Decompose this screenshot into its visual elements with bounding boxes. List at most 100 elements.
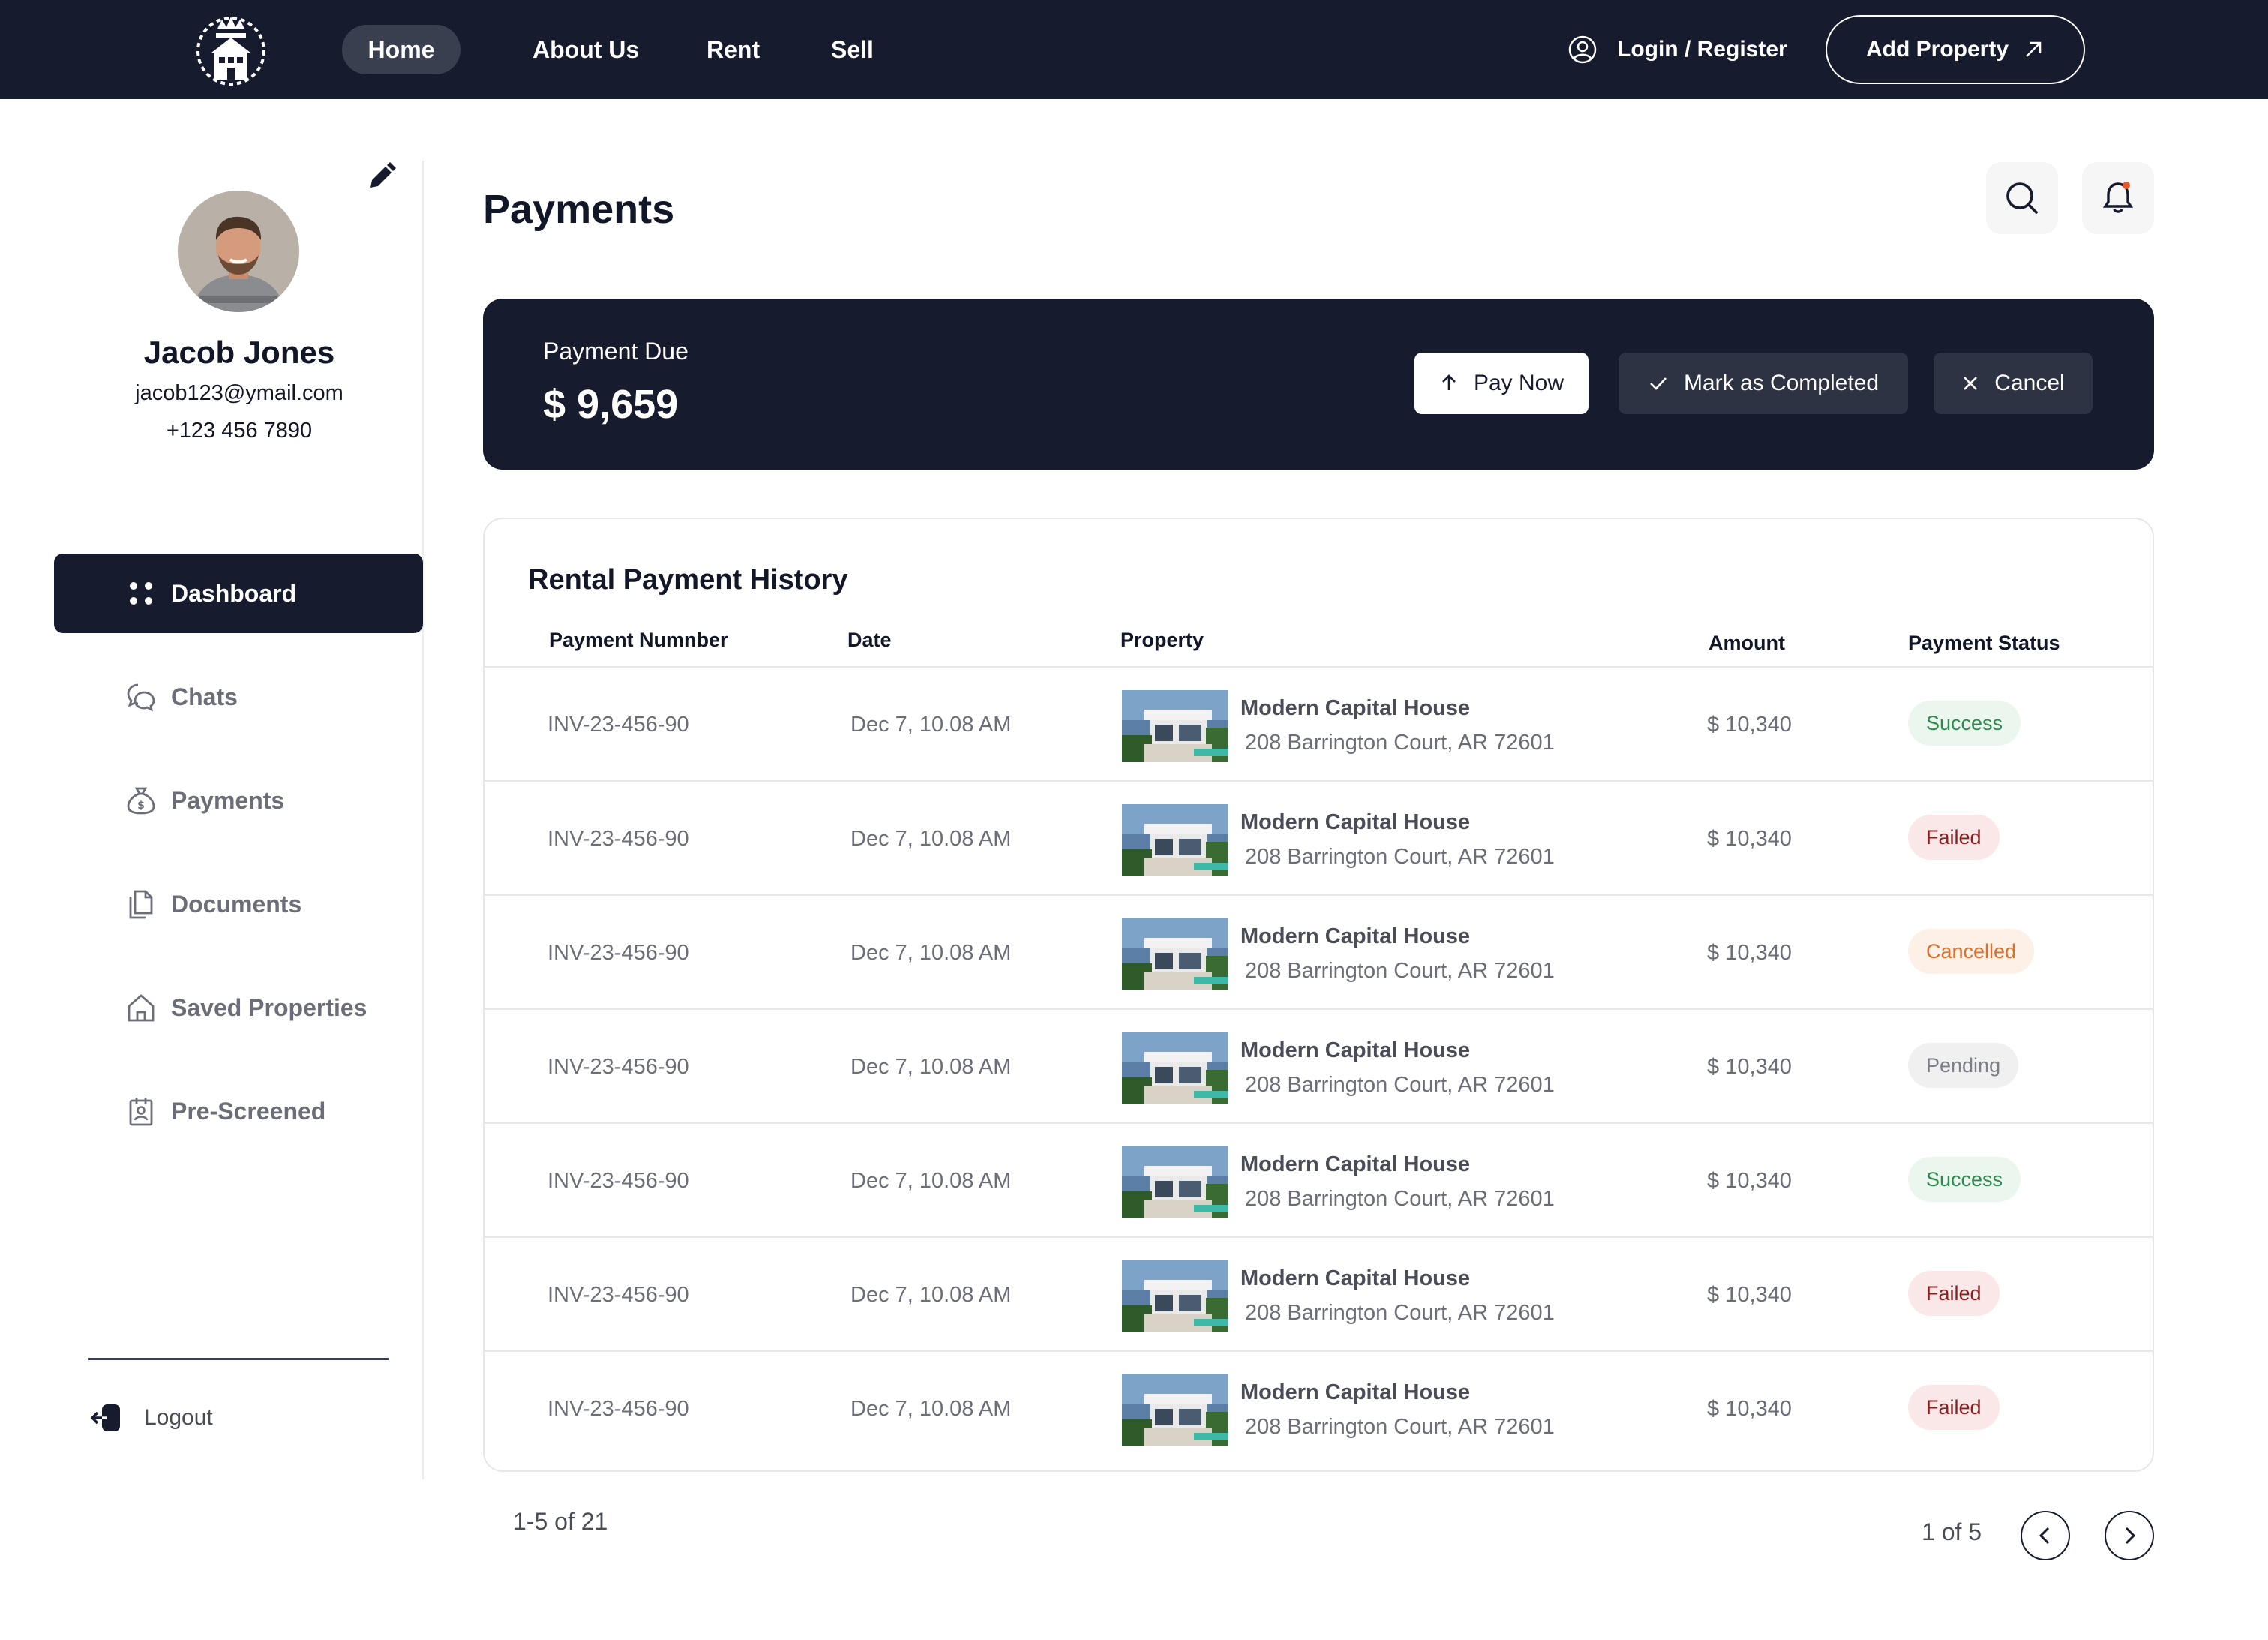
column-header-date: Date [848,629,892,651]
nav-about-us[interactable]: About Us [532,25,639,74]
pay-now-button[interactable]: Pay Now [1414,353,1588,414]
rental-payment-history-panel: Rental Payment History Payment Numnber D… [483,518,2154,1472]
column-header-payment-status: Payment Status [1908,632,2060,654]
property-name: Modern Capital House [1240,1380,1471,1404]
sidebar-item-documents[interactable]: Documents [54,864,423,944]
status-badge: Failed [1908,1385,2000,1430]
next-page-button[interactable] [2104,1511,2154,1560]
nav-rent[interactable]: Rent [706,25,760,74]
property-name: Modern Capital House [1240,1038,1471,1062]
table-row[interactable]: INV-23-456-90 Dec 7, 10.08 AM Modern Capit… [484,1008,2152,1122]
sidebar-item-dashboard[interactable]: Dashboard [54,554,423,633]
sidebar-item-saved-properties[interactable]: Saved Properties [54,968,423,1047]
payment-number: INV-23-456-90 [548,941,689,965]
grid-dots-icon [130,582,152,605]
cancel-button[interactable]: Cancel [1934,353,2092,414]
logout-button[interactable]: Logout [90,1397,213,1439]
payment-amount: $ 10,340 [1707,1169,1792,1193]
pagination-range: 1-5 of 21 [513,1508,608,1535]
user-circle-icon [1568,35,1597,64]
property-name: Modern Capital House [1240,810,1471,834]
column-header-payment-number: Payment Numnber [549,629,728,651]
status-badge: Cancelled [1908,929,2035,974]
login-register-link[interactable]: Login / Register [1568,30,1787,69]
payment-amount: $ 10,340 [1707,1055,1792,1079]
payment-number: INV-23-456-90 [548,1055,689,1079]
column-header-property: Property [1120,629,1204,651]
bell-icon [2102,182,2134,213]
property-thumbnail [1122,1374,1228,1446]
table-row[interactable]: INV-23-456-90 Dec 7, 10.08 AM Modern Capit… [484,1236,2152,1350]
payment-date: Dec 7, 10.08 AM [850,1169,1012,1193]
status-badge: Failed [1908,1271,2000,1316]
search-button[interactable] [1986,162,2058,234]
mark-as-completed-button[interactable]: Mark as Completed [1618,353,1908,414]
property-thumbnail [1122,804,1228,876]
chat-bubbles-icon [127,683,155,712]
table-row[interactable]: INV-23-456-90 Dec 7, 10.08 AM Modern Capit… [484,1122,2152,1236]
payment-number: INV-23-456-90 [548,1169,689,1193]
login-register-label: Login / Register [1617,37,1787,62]
check-icon [1650,377,1666,390]
avatar [178,191,299,312]
top-navbar: Home About Us Rent Sell Login / Register… [0,0,2268,99]
payment-date: Dec 7, 10.08 AM [850,941,1012,965]
sidebar-item-chats[interactable]: Chats [54,657,423,737]
crown-house-logo[interactable] [189,8,273,92]
payment-due-amount: $ 9,659 [543,382,679,427]
sidebar-item-payments[interactable]: $ Payments [54,761,423,840]
sidebar-item-label: Documents [171,890,302,918]
payment-due-label: Payment Due [543,338,688,365]
previous-page-button[interactable] [2020,1511,2070,1560]
add-property-button[interactable]: Add Property [1826,15,2085,84]
chevron-right-icon [2125,1527,2136,1545]
property-thumbnail [1122,1260,1228,1332]
payment-due-card: Payment Due $ 9,659 Pay Now Mark as Comp… [483,299,2154,470]
property-thumbnail [1122,918,1228,990]
payment-date: Dec 7, 10.08 AM [850,1055,1012,1079]
clipboard-user-icon [129,1098,153,1126]
table-row[interactable]: INV-23-456-90 Dec 7, 10.08 AM Modern Capit… [484,1350,2152,1464]
payment-date: Dec 7, 10.08 AM [850,1397,1012,1421]
property-name: Modern Capital House [1240,696,1471,720]
property-address: 208 Barrington Court, AR 72601 [1245,1301,1555,1325]
edit-pencil-icon[interactable] [364,161,398,194]
nav-sell[interactable]: Sell [831,25,874,74]
sidebar-item-label: Pre-Screened [171,1097,326,1125]
payment-number: INV-23-456-90 [548,1397,689,1421]
property-name: Modern Capital House [1240,1152,1471,1176]
cancel-label: Cancel [1994,371,2065,395]
notifications-button[interactable] [2082,162,2154,234]
status-badge: Success [1908,701,2021,746]
sidebar-item-label: Payments [171,786,285,814]
status-badge: Pending [1908,1043,2019,1088]
history-title: Rental Payment History [528,564,848,596]
mark-as-completed-label: Mark as Completed [1683,371,1880,395]
home-icon [128,994,154,1022]
payment-date: Dec 7, 10.08 AM [850,827,1012,851]
property-address: 208 Barrington Court, AR 72601 [1245,731,1555,755]
table-row[interactable]: INV-23-456-90 Dec 7, 10.08 AM Modern Capit… [484,894,2152,1008]
sidebar-item-label: Saved Properties [171,993,368,1021]
property-thumbnail [1122,1032,1228,1104]
nav-home[interactable]: Home [342,25,460,74]
property-address: 208 Barrington Court, AR 72601 [1245,1415,1555,1439]
property-name: Modern Capital House [1240,1266,1471,1290]
sidebar-item-label: Dashboard [171,579,297,607]
property-thumbnail [1122,1146,1228,1218]
sidebar-item-pre-screened[interactable]: Pre-Screened [54,1071,423,1151]
arrow-up-icon [1442,374,1456,390]
profile-email: jacob123@ymail.com [135,381,344,405]
money-bag-icon: $ [127,787,155,815]
chevron-left-icon [2038,1527,2050,1545]
payment-date: Dec 7, 10.08 AM [850,713,1012,737]
table-row[interactable]: INV-23-456-90 Dec 7, 10.08 AM Modern Capit… [484,666,2152,780]
profile-phone: +123 456 7890 [166,419,313,443]
table-row[interactable]: INV-23-456-90 Dec 7, 10.08 AM Modern Capit… [484,780,2152,894]
add-property-label: Add Property [1865,37,2009,62]
status-badge: Failed [1908,815,2000,860]
arrow-up-right-icon [2026,41,2042,57]
payment-amount: $ 10,340 [1707,1397,1792,1421]
property-name: Modern Capital House [1240,924,1471,948]
search-icon [2006,182,2038,214]
